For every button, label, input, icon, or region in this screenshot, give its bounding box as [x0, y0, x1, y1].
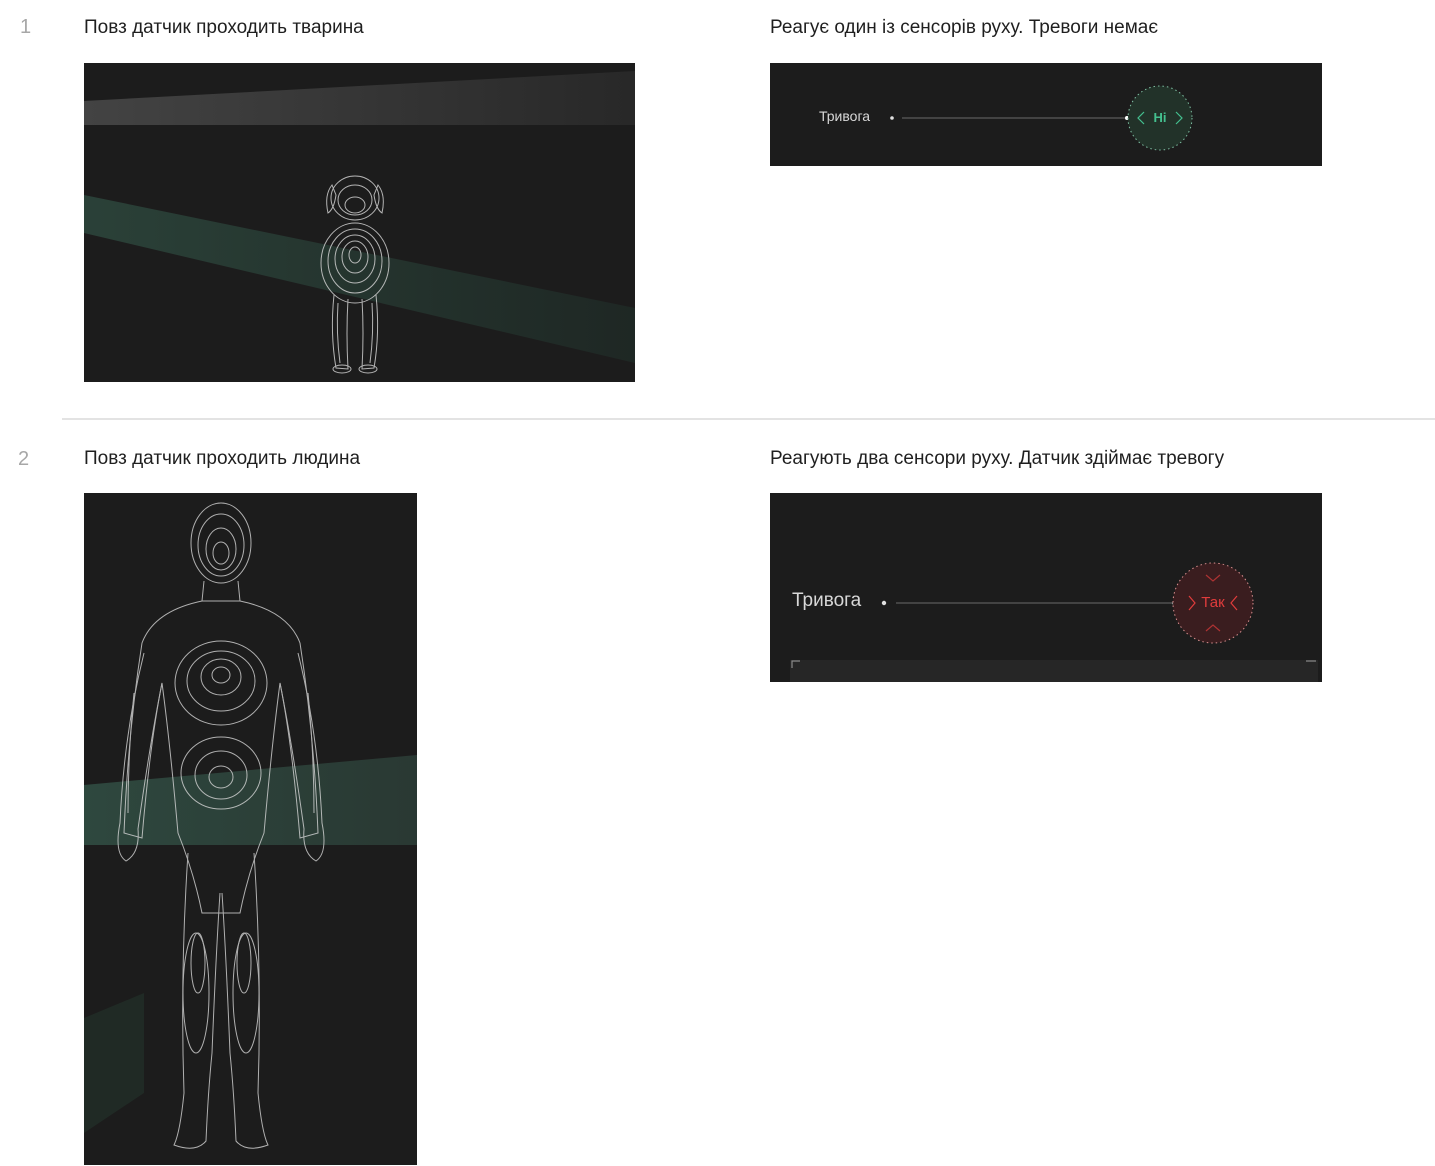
no-alarm-indicator-panel: Тривога Ні [770, 63, 1322, 166]
human-wireframe-icon [84, 502, 417, 1149]
alarm-indicator-panel: Тривога Так [770, 493, 1322, 682]
alarm-status-yes: Так [1201, 594, 1225, 611]
scenario-2-left-caption: Повз датчик проходить людина [84, 448, 361, 469]
alarm-status-no: Ні [1153, 110, 1167, 125]
alarm-connector-line [890, 85, 1193, 151]
scenario-1-right-caption: Реагує один із сенсорів руху. Тревоги не… [770, 17, 1159, 38]
alarm-connector-line [790, 562, 1318, 682]
dog-detection-image [84, 63, 635, 382]
human-detection-image [84, 493, 417, 1165]
scenario-1-left-caption: Повз датчик проходить тварина [84, 17, 364, 38]
scenario-2-right-caption: Реагують два сенсори руху. Датчик здійма… [770, 448, 1225, 469]
scenario-1-number: 1 [20, 16, 32, 38]
dog-wireframe-icon [84, 71, 635, 374]
section-divider [62, 418, 1435, 420]
scenario-2-number: 2 [18, 448, 30, 470]
